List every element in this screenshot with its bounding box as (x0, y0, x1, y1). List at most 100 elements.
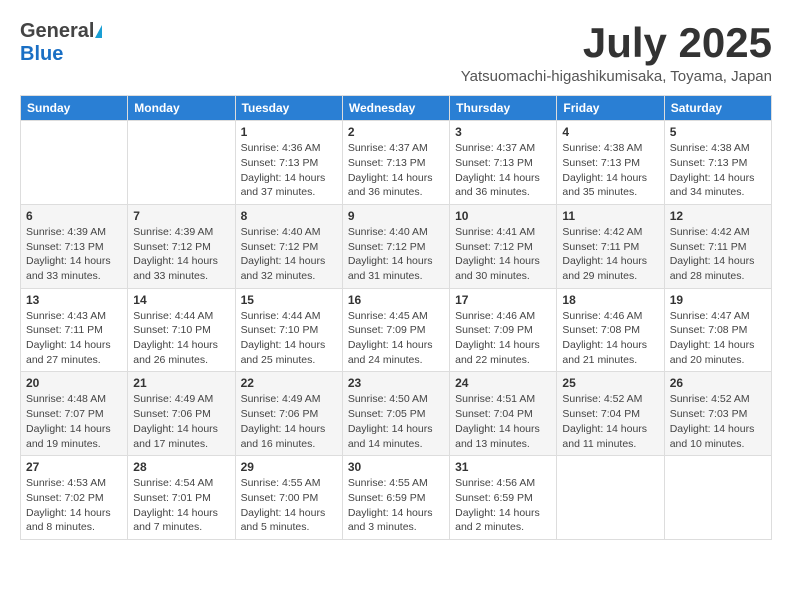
calendar-cell: 26 Sunrise: 4:52 AM Sunset: 7:03 PM Dayli… (664, 372, 771, 456)
calendar-cell: 23 Sunrise: 4:50 AM Sunset: 7:05 PM Dayli… (342, 372, 449, 456)
day-info: Sunrise: 4:42 AM Sunset: 7:11 PM Dayligh… (670, 225, 766, 284)
calendar-cell (21, 121, 128, 205)
logo-general: General (20, 20, 94, 42)
calendar-cell: 28Sunrise: 4:54 AM Sunset: 7:01 PM Dayli… (128, 456, 235, 540)
day-info: Sunrise: 4:51 AM Sunset: 7:04 PM Dayligh… (455, 392, 551, 451)
calendar-cell (557, 456, 664, 540)
location-title: Yatsuomachi-higashikumisaka, Toyama, Jap… (461, 68, 772, 85)
logo-triangle-icon (95, 25, 102, 38)
title-block: July 2025 Yatsuomachi-higashikumisaka, T… (461, 20, 772, 85)
calendar-cell: 20Sunrise: 4:48 AM Sunset: 7:07 PM Dayli… (21, 372, 128, 456)
day-number: 16 (348, 293, 444, 307)
day-info: Sunrise: 4:49 AM Sunset: 7:06 PM Dayligh… (241, 392, 337, 451)
day-number: 3 (455, 125, 551, 139)
calendar-header-tuesday: Tuesday (235, 96, 342, 121)
day-number: 25 (562, 376, 658, 390)
calendar-cell: 8Sunrise: 4:40 AM Sunset: 7:12 PM Daylig… (235, 204, 342, 288)
calendar-cell: 27Sunrise: 4:53 AM Sunset: 7:02 PM Dayli… (21, 456, 128, 540)
day-number: 13 (26, 293, 122, 307)
day-number: 23 (348, 376, 444, 390)
day-info: Sunrise: 4:46 AM Sunset: 7:08 PM Dayligh… (562, 309, 658, 368)
day-number: 14 (133, 293, 229, 307)
day-info: Sunrise: 4:44 AM Sunset: 7:10 PM Dayligh… (133, 309, 229, 368)
day-number: 20 (26, 376, 122, 390)
day-number: 17 (455, 293, 551, 307)
page-header: General Blue July 2025 Yatsuomachi-higas… (20, 20, 772, 85)
calendar-cell: 30 Sunrise: 4:55 AM Sunset: 6:59 PM Dayli… (342, 456, 449, 540)
day-info: Sunrise: 4:50 AM Sunset: 7:05 PM Dayligh… (348, 392, 444, 451)
calendar-cell: 25 Sunrise: 4:52 AM Sunset: 7:04 PM Dayli… (557, 372, 664, 456)
calendar-cell (664, 456, 771, 540)
day-info: Sunrise: 4:52 AM Sunset: 7:03 PM Dayligh… (670, 392, 766, 451)
calendar-week-1: 1Sunrise: 4:36 AM Sunset: 7:13 PM Daylig… (21, 121, 772, 205)
calendar-cell: 12 Sunrise: 4:42 AM Sunset: 7:11 PM Dayli… (664, 204, 771, 288)
calendar-cell: 24 Sunrise: 4:51 AM Sunset: 7:04 PM Dayli… (450, 372, 557, 456)
day-number: 15 (241, 293, 337, 307)
calendar-cell: 7Sunrise: 4:39 AM Sunset: 7:12 PM Daylig… (128, 204, 235, 288)
logo: General Blue (20, 20, 102, 66)
day-info: Sunrise: 4:41 AM Sunset: 7:12 PM Dayligh… (455, 225, 551, 284)
day-number: 19 (670, 293, 766, 307)
calendar-cell: 4 Sunrise: 4:38 AM Sunset: 7:13 PM Daylig… (557, 121, 664, 205)
day-number: 6 (26, 209, 122, 223)
day-number: 22 (241, 376, 337, 390)
day-number: 30 (348, 460, 444, 474)
day-number: 24 (455, 376, 551, 390)
day-info: Sunrise: 4:52 AM Sunset: 7:04 PM Dayligh… (562, 392, 658, 451)
day-info: Sunrise: 4:37 AM Sunset: 7:13 PM Dayligh… (455, 141, 551, 200)
day-number: 18 (562, 293, 658, 307)
calendar-cell: 18 Sunrise: 4:46 AM Sunset: 7:08 PM Dayli… (557, 288, 664, 372)
day-info: Sunrise: 4:55 AM Sunset: 6:59 PM Dayligh… (348, 476, 444, 535)
day-info: Sunrise: 4:54 AM Sunset: 7:01 PM Dayligh… (133, 476, 229, 535)
day-info: Sunrise: 4:56 AM Sunset: 6:59 PM Dayligh… (455, 476, 551, 535)
calendar-header-monday: Monday (128, 96, 235, 121)
day-info: Sunrise: 4:49 AM Sunset: 7:06 PM Dayligh… (133, 392, 229, 451)
calendar-header-wednesday: Wednesday (342, 96, 449, 121)
calendar-header-friday: Friday (557, 96, 664, 121)
calendar-cell: 29 Sunrise: 4:55 AM Sunset: 7:00 PM Dayli… (235, 456, 342, 540)
calendar-header-saturday: Saturday (664, 96, 771, 121)
day-number: 21 (133, 376, 229, 390)
day-number: 10 (455, 209, 551, 223)
calendar-cell: 13Sunrise: 4:43 AM Sunset: 7:11 PM Dayli… (21, 288, 128, 372)
calendar-header-thursday: Thursday (450, 96, 557, 121)
day-info: Sunrise: 4:45 AM Sunset: 7:09 PM Dayligh… (348, 309, 444, 368)
day-info: Sunrise: 4:40 AM Sunset: 7:12 PM Dayligh… (241, 225, 337, 284)
calendar-cell: 22 Sunrise: 4:49 AM Sunset: 7:06 PM Dayli… (235, 372, 342, 456)
calendar-cell: 6 Sunrise: 4:39 AM Sunset: 7:13 PM Daylig… (21, 204, 128, 288)
day-number: 31 (455, 460, 551, 474)
calendar-cell: 10 Sunrise: 4:41 AM Sunset: 7:12 PM Dayli… (450, 204, 557, 288)
calendar-cell: 9Sunrise: 4:40 AM Sunset: 7:12 PM Daylig… (342, 204, 449, 288)
calendar-cell: 2Sunrise: 4:37 AM Sunset: 7:13 PM Daylig… (342, 121, 449, 205)
calendar-cell: 17 Sunrise: 4:46 AM Sunset: 7:09 PM Dayli… (450, 288, 557, 372)
calendar-cell (128, 121, 235, 205)
day-info: Sunrise: 4:55 AM Sunset: 7:00 PM Dayligh… (241, 476, 337, 535)
day-info: Sunrise: 4:42 AM Sunset: 7:11 PM Dayligh… (562, 225, 658, 284)
month-title: July 2025 (461, 20, 772, 66)
day-number: 1 (241, 125, 337, 139)
day-info: Sunrise: 4:46 AM Sunset: 7:09 PM Dayligh… (455, 309, 551, 368)
day-info: Sunrise: 4:38 AM Sunset: 7:13 PM Dayligh… (670, 141, 766, 200)
calendar-cell: 14 Sunrise: 4:44 AM Sunset: 7:10 PM Dayli… (128, 288, 235, 372)
calendar-cell: 19 Sunrise: 4:47 AM Sunset: 7:08 PM Dayli… (664, 288, 771, 372)
day-number: 9 (348, 209, 444, 223)
day-info: Sunrise: 4:39 AM Sunset: 7:13 PM Dayligh… (26, 225, 122, 284)
calendar-cell: 3 Sunrise: 4:37 AM Sunset: 7:13 PM Daylig… (450, 121, 557, 205)
day-number: 26 (670, 376, 766, 390)
calendar-cell: 1Sunrise: 4:36 AM Sunset: 7:13 PM Daylig… (235, 121, 342, 205)
calendar-cell: 31 Sunrise: 4:56 AM Sunset: 6:59 PM Dayli… (450, 456, 557, 540)
calendar-cell: 5Sunrise: 4:38 AM Sunset: 7:13 PM Daylig… (664, 121, 771, 205)
day-number: 29 (241, 460, 337, 474)
day-number: 27 (26, 460, 122, 474)
day-number: 4 (562, 125, 658, 139)
logo-blue: Blue (20, 43, 63, 66)
day-number: 7 (133, 209, 229, 223)
day-number: 12 (670, 209, 766, 223)
calendar-week-5: 27Sunrise: 4:53 AM Sunset: 7:02 PM Dayli… (21, 456, 772, 540)
calendar-table: SundayMondayTuesdayWednesdayThursdayFrid… (20, 95, 772, 540)
logo-line1: General (20, 20, 102, 43)
calendar-week-2: 6 Sunrise: 4:39 AM Sunset: 7:13 PM Daylig… (21, 204, 772, 288)
calendar-header-row: SundayMondayTuesdayWednesdayThursdayFrid… (21, 96, 772, 121)
day-info: Sunrise: 4:47 AM Sunset: 7:08 PM Dayligh… (670, 309, 766, 368)
day-info: Sunrise: 4:38 AM Sunset: 7:13 PM Dayligh… (562, 141, 658, 200)
